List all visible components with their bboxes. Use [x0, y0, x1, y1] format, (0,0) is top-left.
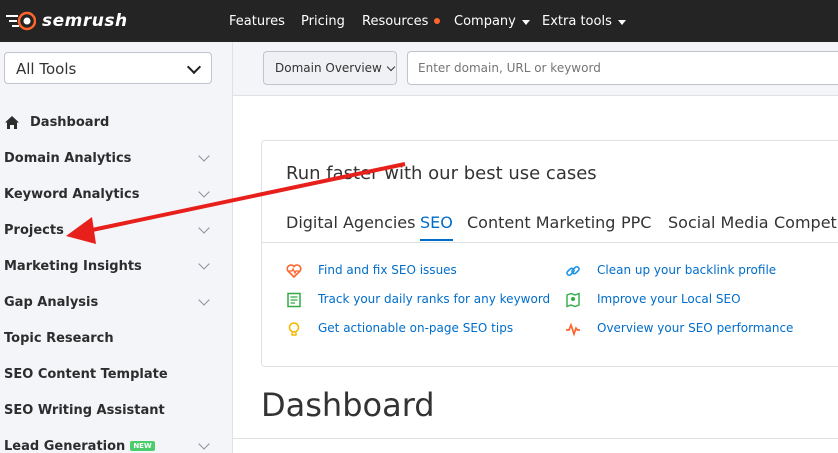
tab-ppc[interactable]: PPC: [621, 213, 651, 232]
top-navbar: semrush Features Pricing Resources Compa…: [0, 0, 838, 42]
page-title: Dashboard: [261, 386, 435, 424]
nav-resources[interactable]: Resources: [362, 0, 441, 42]
use-cases-title: Run faster with our best use cases: [286, 163, 597, 184]
sidebar-item-projects[interactable]: Projects: [4, 220, 214, 240]
nav-pricing-label: Pricing: [301, 13, 345, 29]
main-content: Run faster with our best use cases Digit…: [233, 96, 838, 453]
new-badge: NEW: [130, 441, 155, 451]
sidebar-item-seo-writing-assistant[interactable]: SEO Writing Assistant: [4, 400, 214, 420]
lightbulb-icon: [288, 322, 300, 336]
nav-resources-label: Resources: [362, 13, 429, 29]
nav-extra-tools-label: Extra tools: [542, 13, 612, 29]
sidebar-item-seo-content-template[interactable]: SEO Content Template: [4, 364, 214, 384]
sidebar-item-topic-research[interactable]: Topic Research: [4, 328, 214, 348]
nav-company-label: Company: [454, 13, 516, 29]
caret-down-icon: [521, 19, 530, 25]
sidebar-item-label: Gap Analysis: [4, 294, 99, 310]
sidebar-item-domain-analytics[interactable]: Domain Analytics: [4, 148, 214, 168]
chevron-down-icon: [198, 150, 210, 162]
nav-pricing[interactable]: Pricing: [301, 0, 345, 42]
nav-features[interactable]: Features: [229, 0, 285, 42]
domain-overview-label: Domain Overview: [275, 61, 382, 75]
notification-dot: [434, 18, 441, 24]
heart-pulse-icon: [286, 264, 302, 279]
sidebar-item-label: Marketing Insights: [4, 258, 142, 274]
sidebar-item-label: SEO Content Template: [4, 366, 168, 382]
usecase-link[interactable]: Get actionable on-page SEO tips: [318, 321, 513, 335]
tab-seo[interactable]: SEO: [420, 213, 453, 241]
tab-social-media[interactable]: Social Media: [668, 213, 769, 232]
brand-name: semrush: [42, 11, 128, 31]
all-tools-label: All Tools: [16, 60, 77, 78]
use-cases-card: Run faster with our best use cases Digit…: [261, 140, 838, 367]
sidebar-item-lead-generation[interactable]: Lead Generation NEW: [4, 436, 214, 453]
chevron-down-icon: [198, 186, 210, 198]
chevron-down-icon: [386, 62, 396, 71]
sidebar-item-label: Lead Generation: [4, 438, 126, 453]
divider: [233, 438, 838, 439]
sidebar-item-label: SEO Writing Assistant: [4, 402, 165, 418]
sidebar: All Tools Dashboard Domain Analytics Key…: [0, 42, 233, 453]
chevron-down-icon: [198, 258, 210, 270]
chevron-down-icon: [198, 438, 210, 450]
caret-down-icon: [617, 19, 626, 25]
map-pin-icon: [566, 292, 580, 308]
chevron-down-icon: [186, 59, 202, 75]
tab-digital-agencies[interactable]: Digital Agencies: [286, 213, 415, 232]
search-input[interactable]: [407, 51, 838, 85]
sidebar-item-dashboard[interactable]: Dashboard: [4, 112, 214, 132]
sidebar-item-label: Topic Research: [4, 330, 114, 346]
sidebar-item-label: Domain Analytics: [4, 150, 132, 166]
tab-competitive[interactable]: Competi: [774, 213, 838, 232]
usecase-link[interactable]: Track your daily ranks for any keyword: [318, 292, 550, 306]
link-icon: [566, 265, 580, 277]
semrush-logo[interactable]: semrush: [6, 9, 128, 33]
chevron-down-icon: [198, 294, 210, 306]
use-case-tabs: Digital Agencies SEO Content Marketing P…: [262, 209, 838, 243]
pulse-icon: [566, 322, 580, 337]
home-icon: [5, 115, 19, 129]
usecase-link[interactable]: Improve your Local SEO: [597, 292, 741, 306]
document-icon: [287, 292, 301, 308]
usecase-link[interactable]: Overview your SEO performance: [597, 321, 793, 335]
sidebar-item-keyword-analytics[interactable]: Keyword Analytics: [4, 184, 214, 204]
fireball-icon: [6, 11, 36, 31]
nav-company[interactable]: Company: [454, 0, 530, 42]
tab-content-marketing[interactable]: Content Marketing: [467, 213, 615, 232]
all-tools-select[interactable]: All Tools: [4, 52, 212, 84]
search-bar-row: Domain Overview: [233, 42, 838, 96]
sidebar-item-marketing-insights[interactable]: Marketing Insights: [4, 256, 214, 276]
usecase-link[interactable]: Clean up your backlink profile: [597, 263, 776, 277]
nav-extra-tools[interactable]: Extra tools: [542, 0, 626, 42]
sidebar-item-label: Keyword Analytics: [4, 186, 140, 202]
nav-features-label: Features: [229, 13, 285, 29]
chevron-down-icon: [198, 222, 210, 234]
sidebar-item-label: Projects: [4, 222, 64, 238]
sidebar-item-label: Dashboard: [30, 114, 110, 130]
sidebar-item-gap-analysis[interactable]: Gap Analysis: [4, 292, 214, 312]
usecase-link[interactable]: Find and fix SEO issues: [318, 263, 457, 277]
domain-overview-select[interactable]: Domain Overview: [263, 51, 397, 85]
